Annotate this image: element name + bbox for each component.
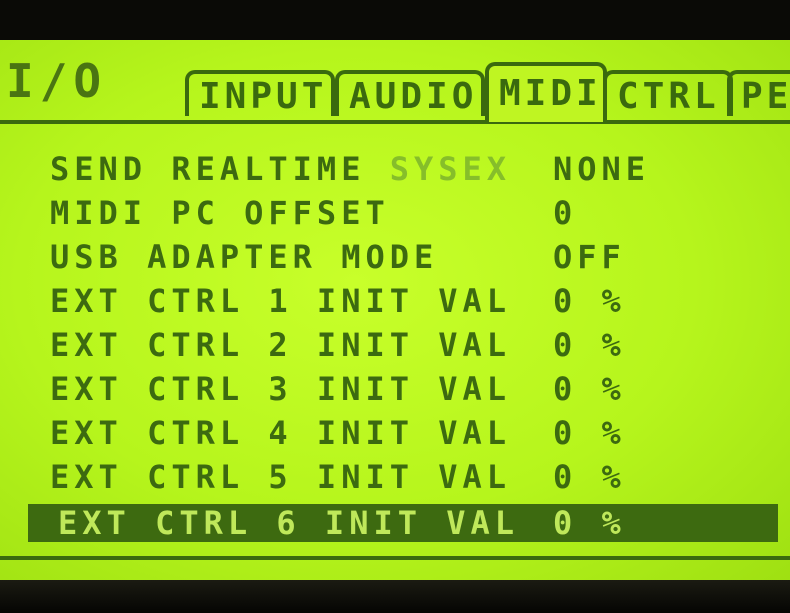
param-value: 0 [553, 194, 578, 232]
param-value: 0 % [553, 458, 626, 496]
param-row-ext-ctrl-3[interactable]: EXT CTRL 3 INIT VAL 0 % [0, 370, 790, 408]
lcd-screen: I/O INPUT AUDIO CTRL PED MIDI SEND REALT… [0, 40, 790, 580]
tab-ctrl[interactable]: CTRL [603, 70, 733, 117]
param-label: SEND REALTIME SYSEX [50, 150, 512, 188]
param-row-ext-ctrl-1[interactable]: EXT CTRL 1 INIT VAL 0 % [0, 282, 790, 320]
param-row-ext-ctrl-4[interactable]: EXT CTRL 4 INIT VAL 0 % [0, 414, 790, 452]
tab-bar: INPUT AUDIO CTRL PED MIDI [185, 62, 790, 122]
param-label: MIDI PC OFFSET [50, 194, 390, 232]
param-row-midi-pc-offset[interactable]: MIDI PC OFFSET 0 [0, 194, 790, 232]
device-bezel [0, 580, 790, 613]
param-label: EXT CTRL 3 INIT VAL [50, 370, 512, 408]
param-value: 0 % [553, 326, 626, 364]
tab-input[interactable]: INPUT [185, 70, 335, 117]
param-row-ext-ctrl-5[interactable]: EXT CTRL 5 INIT VAL 0 % [0, 458, 790, 496]
param-label: EXT CTRL 2 INIT VAL [50, 326, 512, 364]
param-value: NONE [553, 150, 651, 188]
param-label: EXT CTRL 6 INIT VAL [58, 504, 520, 542]
param-label: USB ADAPTER MODE [50, 238, 439, 276]
tab-ped[interactable]: PED [727, 70, 790, 117]
param-value: OFF [553, 238, 626, 276]
parameter-list: SEND REALTIME SYSEX NONE MIDI PC OFFSET … [0, 120, 790, 560]
param-label: EXT CTRL 1 INIT VAL [50, 282, 512, 320]
tab-audio[interactable]: AUDIO [335, 70, 485, 117]
param-label: EXT CTRL 4 INIT VAL [50, 414, 512, 452]
page-title: I/O [6, 54, 108, 108]
param-row-send-realtime-sysex[interactable]: SEND REALTIME SYSEX NONE [0, 150, 790, 188]
tab-midi[interactable]: MIDI [485, 62, 607, 122]
param-value: 0 % [553, 504, 626, 542]
param-value: 0 % [553, 282, 626, 320]
param-value: 0 % [553, 370, 626, 408]
param-row-ext-ctrl-2[interactable]: EXT CTRL 2 INIT VAL 0 % [0, 326, 790, 364]
param-label: EXT CTRL 5 INIT VAL [50, 458, 512, 496]
param-row-usb-adapter-mode[interactable]: USB ADAPTER MODE OFF [0, 238, 790, 276]
param-row-ext-ctrl-6-selected[interactable]: EXT CTRL 6 INIT VAL 0 % [28, 504, 778, 542]
param-value: 0 % [553, 414, 626, 452]
